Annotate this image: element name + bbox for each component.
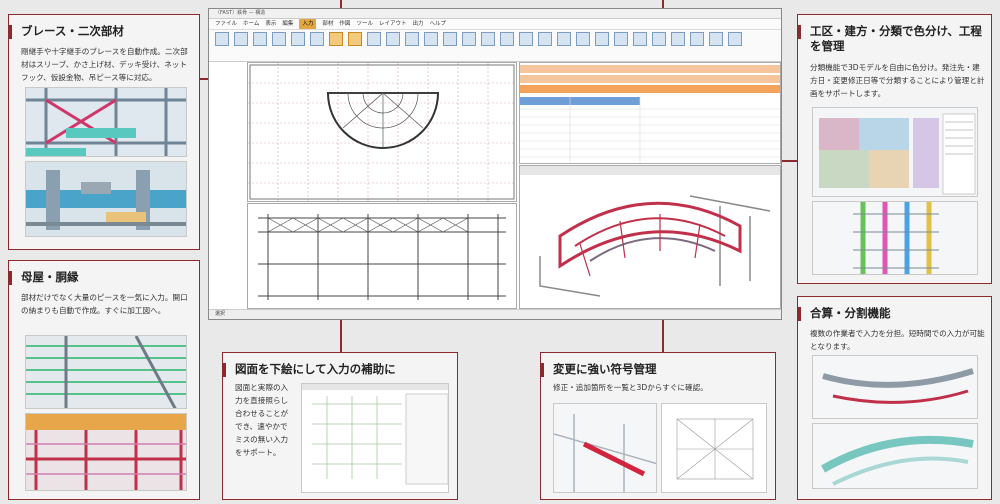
color-image-1 <box>812 107 978 197</box>
brace-image-1 <box>25 87 187 157</box>
menu-layout[interactable]: レイアウト <box>379 19 407 29</box>
color-panel: 工区・建方・分類で色分け、工程を管理 分類機能で3Dモデルを自由に色分け。発注先… <box>797 14 992 284</box>
ribbon-button[interactable] <box>384 32 401 58</box>
ribbon-button[interactable] <box>308 32 325 58</box>
ribbon-button-selected[interactable] <box>346 32 363 58</box>
brace-panel: ブレース・二次部材 剛継手や十字継手のブレースを自動作成。二次部材はスリーブ、か… <box>8 14 200 250</box>
main-app-window: （FAST）鉄骨 — 構造 ファイル ホーム 表示 編集 入力 部材 作図 ツー… <box>208 8 782 320</box>
merge-title: 合算・分割機能 <box>810 306 891 320</box>
menu-bar: ファイル ホーム 表示 編集 入力 部材 作図 ツール レイアウト 出力 ヘルプ <box>209 19 781 30</box>
3d-view[interactable] <box>519 165 781 309</box>
merge-image-1 <box>812 355 978 419</box>
symbol-image-1 <box>553 403 657 493</box>
symbol-image-2 <box>661 403 767 493</box>
ribbon-button[interactable] <box>460 32 477 58</box>
purlin-image-2 <box>25 413 187 491</box>
ribbon-button-selected[interactable] <box>327 32 344 58</box>
symbol-title: 変更に強い符号管理 <box>553 362 657 376</box>
status-bar: 選択 <box>209 309 781 319</box>
menu-output[interactable]: 出力 <box>412 19 423 29</box>
ribbon-button[interactable] <box>650 32 667 58</box>
ribbon-button[interactable] <box>232 32 249 58</box>
ribbon-button[interactable] <box>688 32 705 58</box>
ribbon-button[interactable] <box>593 32 610 58</box>
ribbon-button[interactable] <box>422 32 439 58</box>
menu-member[interactable]: 部材 <box>322 19 333 29</box>
symbol-body: 修正・追加箇所を一覧と3Dからすぐに確認。 <box>553 383 708 392</box>
ribbon-button[interactable] <box>441 32 458 58</box>
ribbon-button[interactable] <box>726 32 743 58</box>
plan-view[interactable] <box>247 62 517 202</box>
menu-tools[interactable]: ツール <box>356 19 373 29</box>
purlin-title: 母屋・胴縁 <box>21 270 79 284</box>
menu-draw[interactable]: 作図 <box>339 19 350 29</box>
brace-image-2 <box>25 161 187 237</box>
menu-home[interactable]: ホーム <box>243 19 259 29</box>
ribbon-button[interactable] <box>707 32 724 58</box>
merge-image-2 <box>812 423 978 489</box>
menu-view[interactable]: 表示 <box>265 19 276 29</box>
brace-body: 剛継手や十字継手のブレースを自動作成。二次部材はスリーブ、かさ上げ材、デッキ受け… <box>21 47 188 82</box>
ribbon-button[interactable] <box>536 32 553 58</box>
ribbon-button[interactable] <box>612 32 629 58</box>
underlay-panel: 図面を下絵にして入力の補助に 図面と実際の入力を直接照らし合わせることができ、速… <box>222 352 458 500</box>
ribbon-button[interactable] <box>517 32 534 58</box>
ribbon-button[interactable] <box>251 32 268 58</box>
ribbon-button[interactable] <box>403 32 420 58</box>
ribbon-button[interactable] <box>631 32 648 58</box>
symbol-panel: 変更に強い符号管理 修正・追加箇所を一覧と3Dからすぐに確認。 <box>540 352 776 500</box>
underlay-image <box>301 383 449 493</box>
underlay-title: 図面を下絵にして入力の補助に <box>235 362 396 376</box>
window-title: （FAST）鉄骨 — 構造 <box>209 9 781 19</box>
color-image-2 <box>812 201 978 275</box>
connector-line <box>782 160 797 162</box>
underlay-body: 図面と実際の入力を直接照らし合わせることができ、速やかでミスの無い入力をサポート… <box>235 383 289 457</box>
ribbon-button[interactable] <box>213 32 230 58</box>
ribbon-button[interactable] <box>574 32 591 58</box>
color-body: 分類機能で3Dモデルを自由に色分け。発注先・建方日・変更修正日等で分類することに… <box>810 63 985 98</box>
property-grid[interactable] <box>519 62 781 164</box>
color-title: 工区・建方・分類で色分け、工程を管理 <box>810 24 982 53</box>
menu-input[interactable]: 入力 <box>299 19 317 29</box>
purlin-image-1 <box>25 335 187 409</box>
menu-edit[interactable]: 編集 <box>282 19 293 29</box>
ribbon-button[interactable] <box>289 32 306 58</box>
merge-panel: 合算・分割機能 複数の作業者で入力を分担。短時間での入力が可能となります。 <box>797 296 992 500</box>
purlin-body: 部材だけでなく大量のピースを一気に入力。開口の納まりも自動で作成。すぐに加工図へ… <box>21 293 188 315</box>
ribbon-toolbar <box>209 30 781 62</box>
menu-help[interactable]: ヘルプ <box>429 19 446 29</box>
elevation-view[interactable] <box>247 203 517 309</box>
menu-file[interactable]: ファイル <box>215 19 237 29</box>
ribbon-button[interactable] <box>479 32 496 58</box>
ribbon-button[interactable] <box>365 32 382 58</box>
ribbon-button[interactable] <box>555 32 572 58</box>
purlin-panel: 母屋・胴縁 部材だけでなく大量のピースを一気に入力。開口の納まりも自動で作成。す… <box>8 260 200 500</box>
ribbon-button[interactable] <box>498 32 515 58</box>
brace-title: ブレース・二次部材 <box>21 24 124 38</box>
ribbon-button[interactable] <box>669 32 686 58</box>
ribbon-button[interactable] <box>270 32 287 58</box>
merge-body: 複数の作業者で入力を分担。短時間での入力が可能となります。 <box>810 329 985 351</box>
